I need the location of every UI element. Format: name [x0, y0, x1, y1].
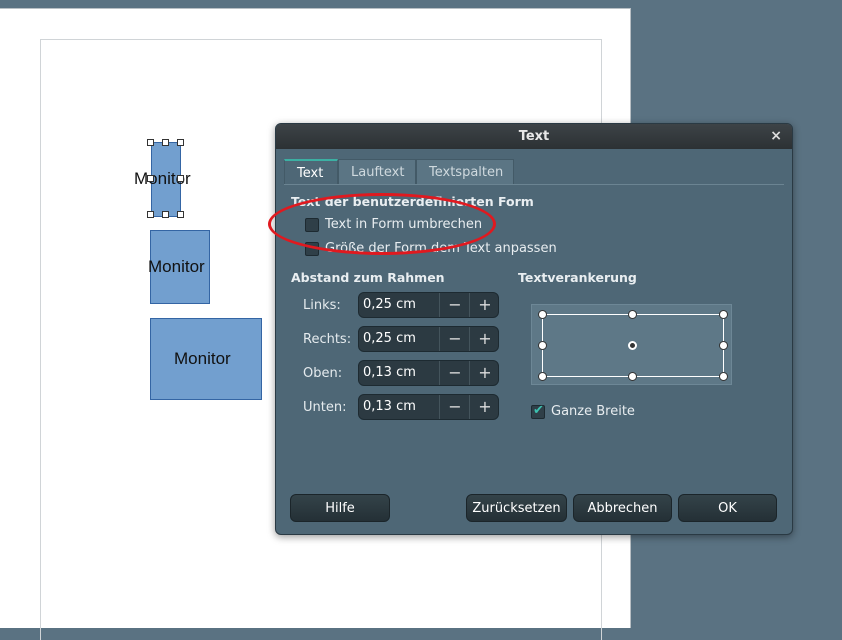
- cancel-button[interactable]: Abbrechen: [573, 494, 672, 522]
- tab-lauftext[interactable]: Lauftext: [338, 159, 416, 185]
- anchor-point-bottom-center[interactable]: [628, 372, 637, 381]
- plus-icon[interactable]: +: [469, 395, 498, 419]
- text-anchor-selector[interactable]: [531, 304, 732, 385]
- anchor-point-center[interactable]: [628, 341, 637, 350]
- spacing-section-title: Abstand zum Rahmen: [291, 270, 445, 285]
- monitor-shape-label: Monitor: [148, 257, 205, 276]
- resize-handle[interactable]: [162, 139, 169, 146]
- resize-handle[interactable]: [177, 211, 184, 218]
- dialog-titlebar[interactable]: Text ×: [276, 124, 792, 149]
- bottom-spacing-label: Unten:: [303, 400, 347, 415]
- wrap-text-checkbox[interactable]: [305, 218, 319, 232]
- monitor-shape-label: Monitor: [174, 349, 231, 368]
- tab-textspalten[interactable]: Textspalten: [416, 159, 514, 185]
- checkmark-icon: ✔: [533, 403, 544, 418]
- autofit-label: Größe der Form dem Text anpassen: [325, 241, 557, 256]
- top-spacing-input[interactable]: 0,13 cm: [359, 361, 443, 385]
- anchor-point-bottom-right[interactable]: [719, 372, 728, 381]
- left-spacing-input[interactable]: 0,25 cm: [359, 293, 443, 317]
- full-width-checkbox[interactable]: ✔: [531, 403, 545, 419]
- plus-icon[interactable]: +: [469, 327, 498, 351]
- minus-icon[interactable]: −: [439, 327, 470, 351]
- anchor-point-bottom-left[interactable]: [538, 372, 547, 381]
- top-spacing-stepper[interactable]: 0,13 cm − +: [358, 360, 499, 386]
- anchor-point-top-right[interactable]: [719, 310, 728, 319]
- dialog-title: Text: [518, 129, 550, 144]
- plus-icon[interactable]: +: [469, 361, 498, 385]
- anchor-point-middle-left[interactable]: [538, 341, 547, 350]
- ok-button[interactable]: OK: [678, 494, 777, 522]
- right-spacing-input[interactable]: 0,25 cm: [359, 327, 443, 351]
- top-spacing-label: Oben:: [303, 366, 343, 381]
- minus-icon[interactable]: −: [439, 395, 470, 419]
- resize-handle[interactable]: [177, 175, 184, 182]
- anchor-section-title: Textverankerung: [518, 270, 637, 285]
- anchor-point-top-center[interactable]: [628, 310, 637, 319]
- resize-handle[interactable]: [177, 139, 184, 146]
- resize-handle[interactable]: [162, 211, 169, 218]
- minus-icon[interactable]: −: [439, 293, 470, 317]
- shape-text-section-title: Text der benutzerdefinierten Form: [291, 194, 534, 209]
- anchor-point-middle-right[interactable]: [719, 341, 728, 350]
- anchor-point-top-left[interactable]: [538, 310, 547, 319]
- resize-handle[interactable]: [147, 211, 154, 218]
- text-dialog: Text × Text Lauftext Textspalten Text de…: [275, 123, 793, 535]
- full-width-label: Ganze Breite: [551, 404, 635, 419]
- wrap-text-label: Text in Form umbrechen: [325, 217, 483, 232]
- resize-handle[interactable]: [147, 139, 154, 146]
- left-spacing-label: Links:: [303, 298, 341, 313]
- resize-handle[interactable]: [147, 175, 154, 182]
- bottom-spacing-stepper[interactable]: 0,13 cm − +: [358, 394, 499, 420]
- bottom-spacing-input[interactable]: 0,13 cm: [359, 395, 443, 419]
- minus-icon[interactable]: −: [439, 361, 470, 385]
- tab-panel: Text der benutzerdefinierten Form Text i…: [284, 184, 784, 485]
- right-spacing-stepper[interactable]: 0,25 cm − +: [358, 326, 499, 352]
- left-spacing-stepper[interactable]: 0,25 cm − +: [358, 292, 499, 318]
- autofit-checkbox[interactable]: [305, 242, 319, 256]
- plus-icon[interactable]: +: [469, 293, 498, 317]
- tab-text[interactable]: Text: [284, 159, 338, 185]
- help-button[interactable]: Hilfe: [290, 494, 390, 522]
- right-spacing-label: Rechts:: [303, 332, 352, 347]
- close-icon[interactable]: ×: [770, 124, 782, 149]
- reset-button[interactable]: Zurücksetzen: [466, 494, 567, 522]
